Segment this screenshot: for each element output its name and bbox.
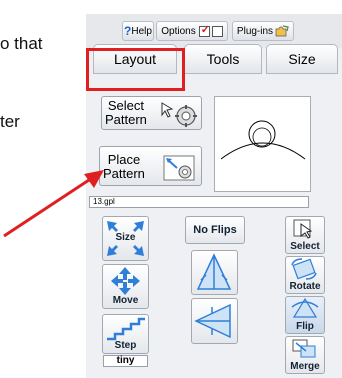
move-arrows-icon — [111, 267, 140, 295]
flip-icon — [291, 297, 319, 318]
select-pattern-label: Select Pattern — [105, 98, 147, 127]
mirror-horizontal-button[interactable] — [191, 298, 238, 344]
checkbox-checked-icon: ✓ — [198, 23, 210, 37]
mirror-vertical-icon — [196, 253, 232, 290]
place-gear-icon — [163, 155, 195, 181]
flip-button[interactable]: Flip — [285, 296, 325, 334]
file-name-field: 13.gpl — [89, 196, 309, 208]
plugin-puzzle-icon — [275, 25, 289, 37]
step-button[interactable]: Step — [102, 314, 149, 354]
document-text-line-2: ter — [0, 112, 20, 131]
select-tool-label: Select — [290, 241, 320, 252]
options-label: Options — [161, 25, 196, 37]
flip-label: Flip — [296, 321, 314, 332]
checkbox-empty-icon — [211, 25, 223, 37]
rotate-label: Rotate — [289, 281, 321, 292]
mirror-vertical-button[interactable] — [191, 250, 238, 295]
step-label: Step — [114, 340, 137, 351]
rotate-button[interactable]: Rotate — [285, 256, 325, 294]
move-label: Move — [112, 295, 139, 306]
merge-label: Merge — [290, 361, 320, 372]
question-icon: ? — [124, 24, 132, 38]
merge-button[interactable]: Merge — [285, 336, 325, 374]
options-button[interactable]: Options ✓ — [156, 21, 228, 41]
plugins-button[interactable]: Plug-ins — [232, 21, 294, 41]
top-toolbar: ? Help Options ✓ Plug-ins — [86, 14, 342, 48]
select-pattern-button[interactable]: Select Pattern — [101, 96, 202, 130]
tab-size-label: Size — [288, 51, 316, 67]
step-size-field[interactable]: tiny — [103, 355, 148, 367]
size-label: Size — [115, 232, 136, 243]
help-button[interactable]: ? Help — [122, 21, 154, 41]
no-flips-label: No Flips — [193, 224, 237, 236]
tab-size[interactable]: Size — [266, 44, 338, 74]
tab-tools[interactable]: Tools — [184, 44, 262, 74]
tab-tools-label: Tools — [206, 51, 240, 67]
mirror-horizontal-icon — [194, 303, 231, 339]
plugins-label: Plug-ins — [236, 25, 274, 37]
select-pointer-icon — [293, 219, 313, 239]
move-button[interactable]: Move — [102, 264, 149, 309]
no-flips-button[interactable]: No Flips — [185, 216, 245, 244]
size-button[interactable]: Size — [102, 216, 149, 261]
pattern-preview — [214, 96, 311, 192]
select-tool-button[interactable]: Select — [285, 216, 325, 254]
pointer-gear-icon — [161, 102, 197, 127]
document-text-line-1: o that — [0, 34, 43, 53]
merge-icon — [292, 339, 316, 358]
stairs-icon — [107, 317, 145, 341]
rotate-icon — [291, 258, 317, 280]
pattern-preview-drawing — [220, 120, 306, 160]
place-pattern-button[interactable]: Place Pattern — [99, 146, 202, 186]
help-label: Help — [131, 25, 152, 37]
layout-tab-highlight — [86, 48, 185, 91]
